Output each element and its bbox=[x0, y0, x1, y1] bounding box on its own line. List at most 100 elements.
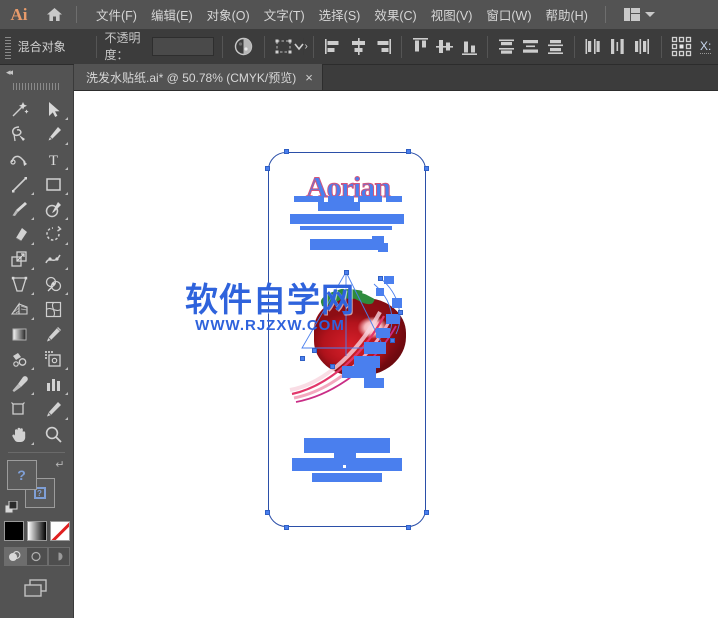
anchor-point[interactable] bbox=[344, 270, 349, 275]
anchor-point[interactable] bbox=[342, 464, 347, 469]
swap-fill-stroke-icon[interactable]: ↵ bbox=[55, 458, 64, 471]
anchor-point[interactable] bbox=[424, 166, 429, 171]
anchor-point[interactable] bbox=[390, 338, 395, 343]
tool-blend-icon[interactable] bbox=[37, 322, 72, 347]
control-bar-grip[interactable] bbox=[3, 34, 12, 59]
flyout-triangle-icon bbox=[65, 142, 68, 145]
menu-edit[interactable]: 编辑(E) bbox=[144, 1, 200, 28]
shampoo-sticker-artboard[interactable]: Aorian bbox=[265, 149, 429, 530]
tool-artboard-icon[interactable] bbox=[37, 347, 72, 372]
distribute-left-icon[interactable] bbox=[582, 34, 605, 60]
workspace-switcher[interactable] bbox=[620, 5, 659, 24]
menu-window[interactable]: 窗口(W) bbox=[479, 1, 538, 28]
default-fill-stroke-icon[interactable] bbox=[4, 501, 18, 514]
menu-type[interactable]: 文字(T) bbox=[257, 1, 312, 28]
document-canvas[interactable]: Aorian 软件自学网 WWW.RJZXW.COM bbox=[74, 91, 718, 618]
menu-file[interactable]: 文件(F) bbox=[89, 1, 144, 28]
opacity-field[interactable]: › bbox=[152, 37, 308, 56]
anchor-point[interactable] bbox=[300, 356, 305, 361]
anchor-point[interactable] bbox=[330, 364, 335, 369]
align-top-icon[interactable] bbox=[409, 34, 432, 60]
distribute-vertical-center-icon[interactable] bbox=[520, 34, 543, 60]
align-bottom-icon[interactable] bbox=[458, 34, 481, 60]
transform-dropdown[interactable] bbox=[274, 34, 304, 60]
tool-magic-wand-icon[interactable] bbox=[2, 97, 37, 122]
tool-line-segment-icon[interactable] bbox=[2, 172, 37, 197]
document-tab[interactable]: 洗发水贴纸.ai* @ 50.78% (CMYK/预览) × bbox=[74, 64, 323, 90]
fill-swatch[interactable]: ? bbox=[6, 460, 37, 490]
menu-effect[interactable]: 效果(C) bbox=[367, 1, 423, 28]
menu-help[interactable]: 帮助(H) bbox=[539, 1, 595, 28]
collapse-panel-icon[interactable]: ◂◂ bbox=[0, 65, 73, 80]
tool-type-icon[interactable]: T bbox=[37, 147, 72, 172]
tool-eraser-icon[interactable] bbox=[2, 222, 37, 247]
change-screen-mode-icon[interactable] bbox=[0, 576, 73, 600]
flyout-triangle-icon bbox=[65, 267, 68, 270]
reference-point-icon[interactable] bbox=[670, 34, 693, 60]
tool-slice-icon[interactable] bbox=[2, 397, 37, 422]
anchor-point[interactable] bbox=[284, 149, 289, 154]
anchor-point[interactable] bbox=[406, 525, 411, 530]
tool-free-transform-icon[interactable] bbox=[2, 272, 37, 297]
recolor-artwork-icon[interactable] bbox=[232, 34, 255, 60]
align-right-icon[interactable] bbox=[372, 34, 395, 60]
anchor-point[interactable] bbox=[424, 510, 429, 515]
align-vertical-center-icon[interactable] bbox=[433, 34, 456, 60]
tool-eyedropper-icon[interactable] bbox=[2, 372, 37, 397]
tool-gradient-icon[interactable] bbox=[2, 322, 37, 347]
menu-view[interactable]: 视图(V) bbox=[424, 1, 480, 28]
tool-hand-icon[interactable] bbox=[2, 422, 37, 447]
selection-type-label: 混合对象 bbox=[17, 40, 66, 54]
draw-normal-mode[interactable] bbox=[3, 547, 26, 566]
tool-symbol-sprayer-icon[interactable] bbox=[2, 347, 37, 372]
align-horizontal-center-icon[interactable] bbox=[347, 34, 370, 60]
flyout-triangle-icon bbox=[30, 267, 34, 270]
tool-mesh-icon[interactable] bbox=[37, 297, 72, 322]
tool-pencil-icon[interactable] bbox=[37, 397, 72, 422]
x-coordinate-label: X: bbox=[700, 39, 712, 54]
tool-lasso-icon[interactable] bbox=[2, 122, 37, 147]
tool-curvature-icon[interactable] bbox=[2, 147, 37, 172]
menu-select[interactable]: 选择(S) bbox=[312, 1, 368, 28]
home-icon[interactable] bbox=[38, 0, 70, 29]
swatch-none[interactable] bbox=[49, 521, 70, 541]
tool-selection-arrow-icon[interactable] bbox=[37, 97, 72, 122]
tool-pen-icon[interactable] bbox=[37, 122, 72, 147]
anchor-point[interactable] bbox=[312, 348, 317, 353]
distribute-bottom-icon[interactable] bbox=[544, 34, 567, 60]
distribute-right-icon[interactable] bbox=[631, 34, 654, 60]
draw-behind-mode[interactable] bbox=[25, 547, 48, 566]
align-left-icon[interactable] bbox=[323, 34, 346, 60]
draw-inside-mode[interactable] bbox=[47, 547, 70, 566]
tool-zoom-icon[interactable] bbox=[37, 422, 72, 447]
swatch-color[interactable] bbox=[3, 521, 24, 541]
tool-column-graph-icon[interactable] bbox=[37, 372, 72, 397]
anchor-point[interactable] bbox=[406, 149, 411, 154]
menu-object[interactable]: 对象(O) bbox=[200, 1, 257, 28]
tool-scale-icon[interactable] bbox=[2, 247, 37, 272]
distribute-top-icon[interactable] bbox=[495, 34, 518, 60]
anchor-point[interactable] bbox=[265, 510, 270, 515]
swatch-gradient[interactable] bbox=[26, 521, 47, 541]
tool-shape-builder-icon[interactable] bbox=[37, 272, 72, 297]
opacity-dropdown-arrow[interactable]: › bbox=[303, 38, 308, 55]
anchor-point[interactable] bbox=[284, 525, 289, 530]
tool-width-warp-icon[interactable] bbox=[37, 247, 72, 272]
flyout-triangle-icon bbox=[30, 392, 34, 395]
flyout-triangle-icon bbox=[30, 317, 34, 320]
distribute-horizontal-center-icon[interactable] bbox=[606, 34, 629, 60]
anchor-point[interactable] bbox=[265, 166, 270, 171]
close-icon[interactable]: × bbox=[305, 71, 313, 84]
tool-shaper-icon[interactable] bbox=[37, 197, 72, 222]
tool-perspective-grid-icon[interactable] bbox=[2, 297, 37, 322]
opacity-label[interactable]: 不透明度： bbox=[104, 29, 148, 65]
flyout-triangle-icon bbox=[30, 367, 34, 370]
x-coordinate-field[interactable]: X: bbox=[694, 34, 717, 60]
anchor-point[interactable] bbox=[378, 276, 383, 281]
tool-rotate-icon[interactable] bbox=[37, 222, 72, 247]
flyout-triangle-icon bbox=[65, 292, 68, 295]
tool-paintbrush-icon[interactable] bbox=[2, 197, 37, 222]
anchor-point[interactable] bbox=[398, 310, 403, 315]
tools-panel-grip[interactable] bbox=[0, 80, 73, 93]
tool-rectangle-icon[interactable] bbox=[37, 172, 72, 197]
